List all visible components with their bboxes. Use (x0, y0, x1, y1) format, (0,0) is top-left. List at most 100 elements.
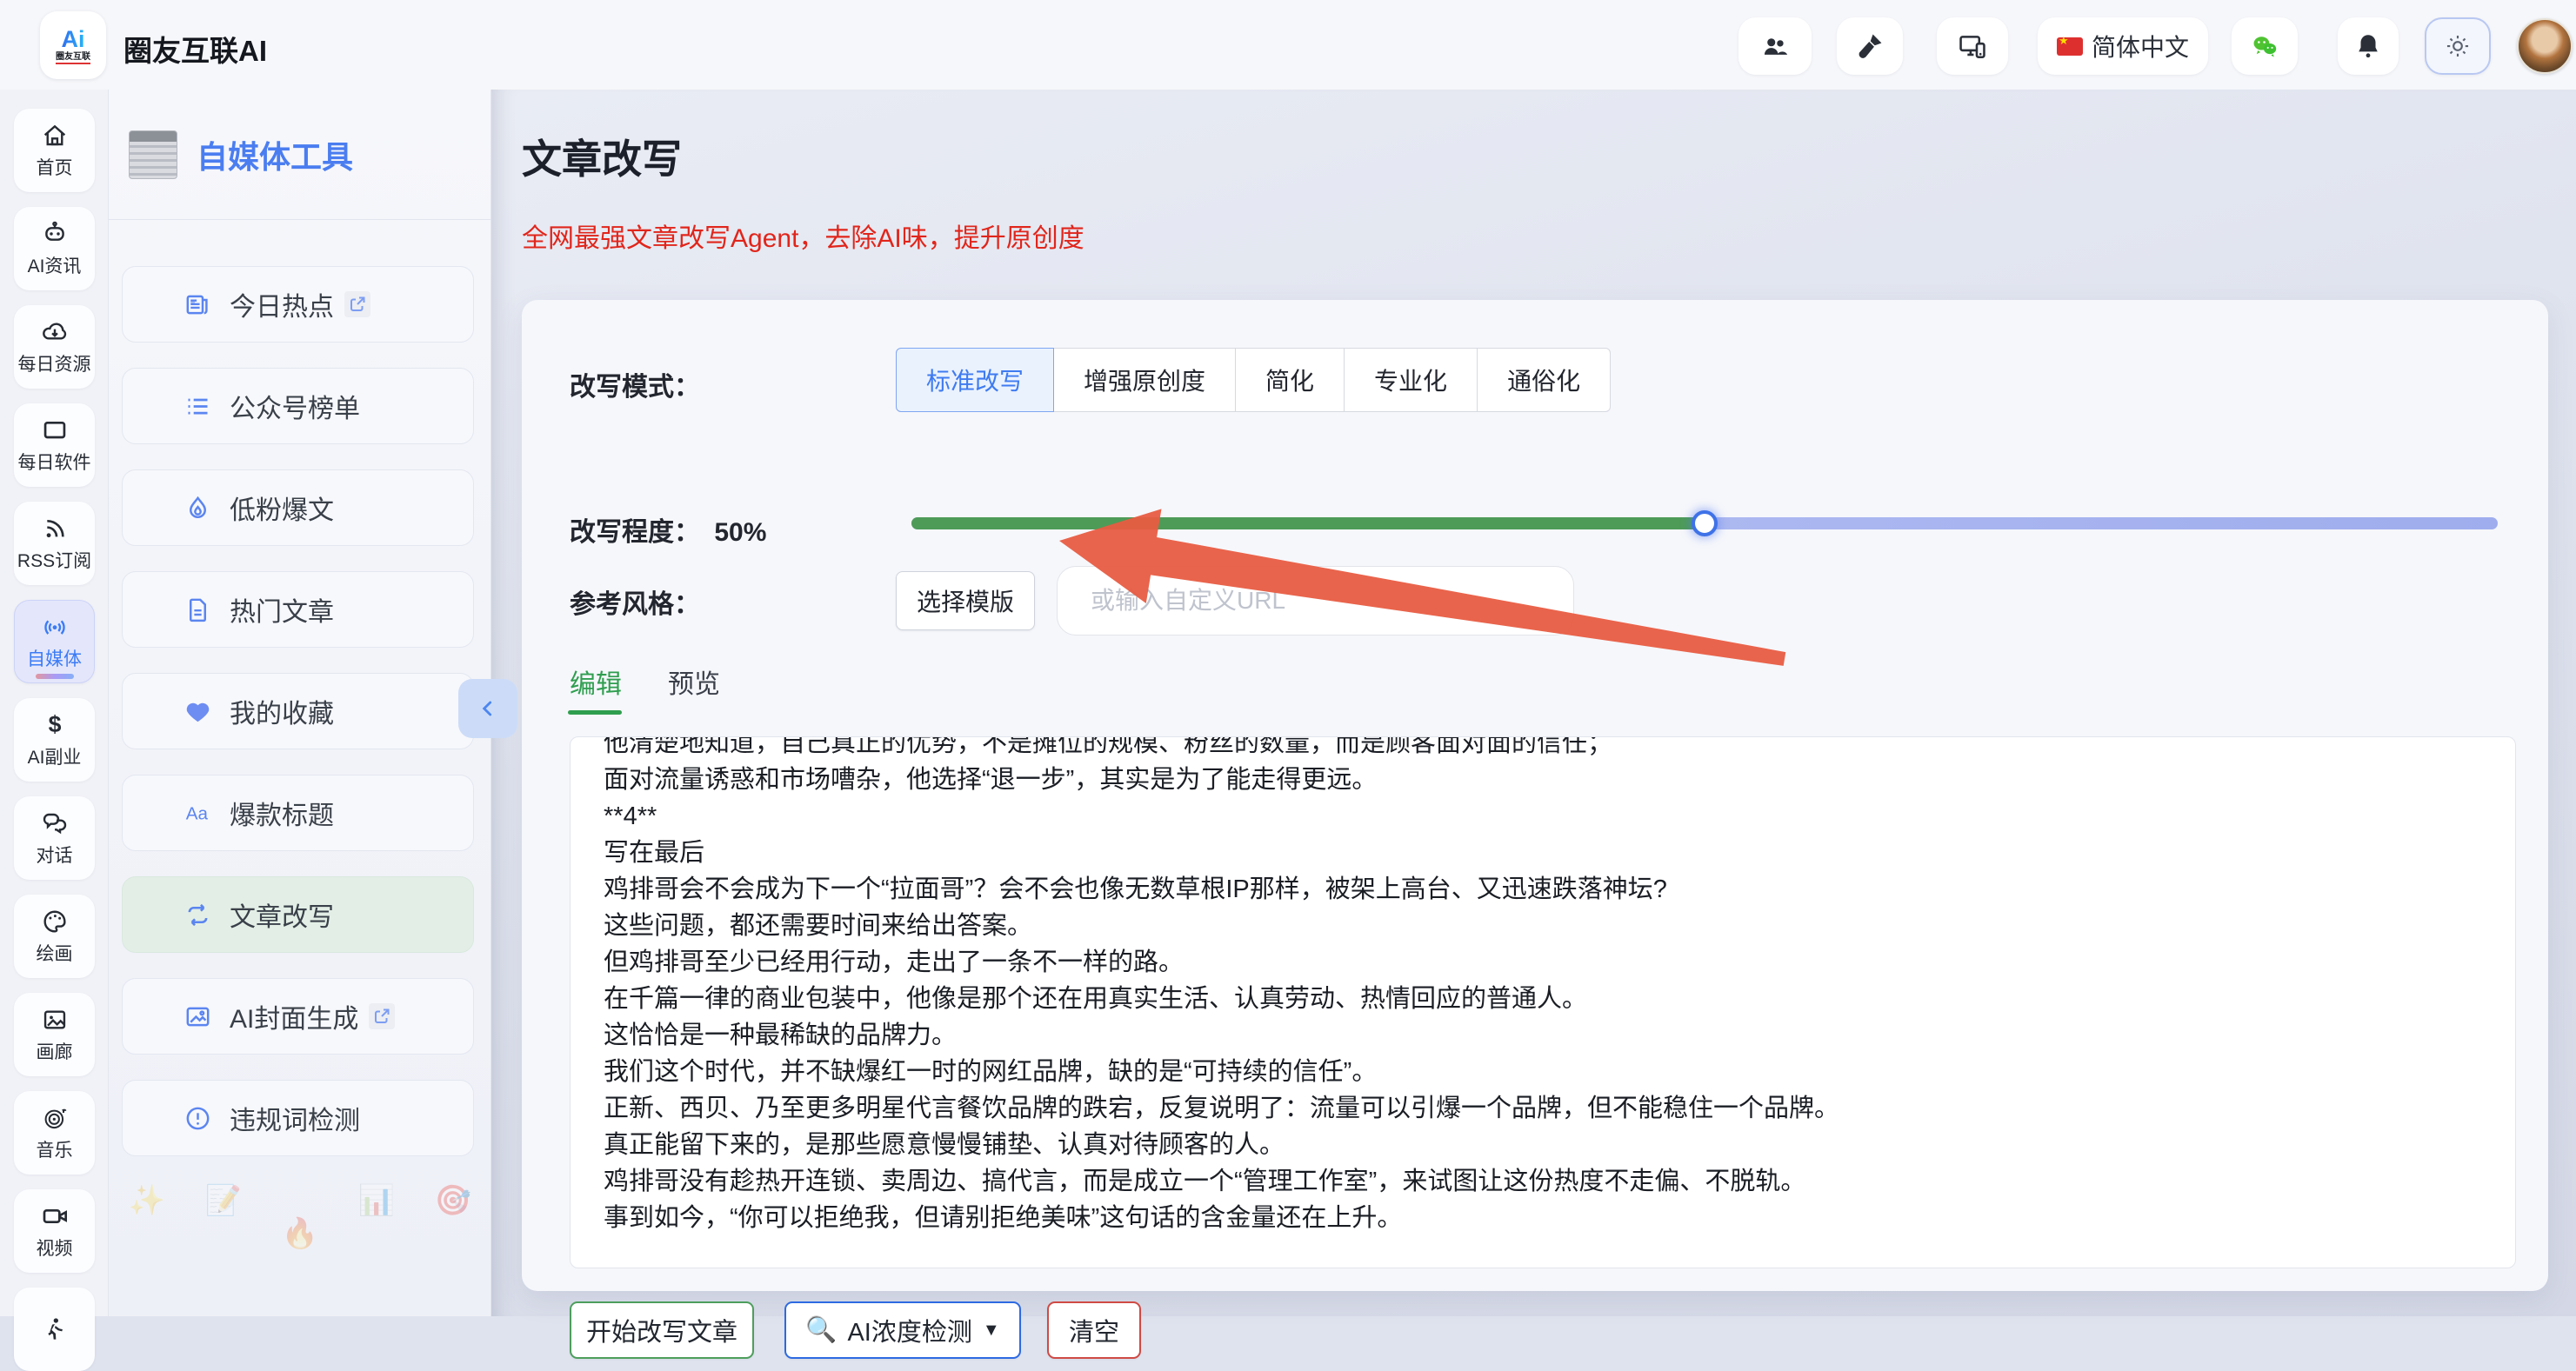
tools-sidebar: 自媒体工具 今日热点 公众号榜单 低粉爆文 热门文章 我的收藏 Aa 爆款标题 … (109, 90, 491, 1316)
devices-icon (1958, 31, 1987, 61)
wechat-button[interactable] (2232, 17, 2298, 75)
fire-emoji: 🔥 (282, 1216, 318, 1251)
brush-icon (1855, 31, 1885, 61)
select-template-button[interactable]: 选择模版 (896, 571, 1035, 630)
mode-tab-simplify[interactable]: 简化 (1235, 348, 1345, 412)
sun-icon (2443, 31, 2473, 61)
ai-detect-button[interactable]: 🔍 AI浓度检测 ▼ (784, 1301, 1021, 1359)
chat-bubbles-icon (41, 809, 69, 837)
sidebar-item-self-media[interactable]: 自媒体 (14, 600, 95, 683)
tab-edit[interactable]: 编辑 (570, 662, 622, 701)
user-avatar[interactable] (2517, 18, 2573, 74)
dollar-icon: $ (41, 711, 69, 739)
video-camera-icon (41, 1202, 69, 1230)
tools-header: 自媒体工具 (129, 130, 353, 179)
article-editor[interactable]: 他清楚地知道，自己真正的优势，不是摊位的规模、粉丝的数量，而是顾客面对面的信任；… (570, 736, 2516, 1268)
slider-thumb[interactable] (1692, 510, 1718, 536)
external-link-icon (369, 1003, 395, 1029)
tool-item-viral-titles[interactable]: Aa 爆款标题 (122, 775, 474, 851)
tool-item-my-favorites[interactable]: 我的收藏 (122, 673, 474, 749)
clear-button[interactable]: 清空 (1047, 1301, 1141, 1359)
tab-preview[interactable]: 预览 (668, 662, 720, 701)
alert-circle-icon (184, 1104, 212, 1133)
music-disc-icon (41, 1104, 69, 1132)
sidebar-item-label: AI资讯 (28, 252, 82, 278)
editor-line: 面对流量诱惑和市场嘈杂，他选择“退一步”，其实是为了能走得更远。 (604, 762, 2482, 798)
caret-down-icon: ▼ (983, 1321, 1000, 1341)
degree-slider[interactable] (911, 517, 2498, 529)
divider (109, 219, 491, 220)
tool-item-ai-cover[interactable]: AI封面生成 (122, 978, 474, 1055)
robot-icon (41, 220, 69, 248)
editor-line: 写在最后 (604, 835, 2482, 871)
start-rewrite-button[interactable]: 开始改写文章 (570, 1301, 754, 1359)
editor-line: **4** (604, 798, 2482, 835)
tool-item-article-rewrite[interactable]: 文章改写 (122, 876, 474, 953)
cloud-download-icon (41, 318, 69, 346)
tool-item-gzh-ranking[interactable]: 公众号榜单 (122, 368, 474, 444)
sidebar-item-painting[interactable]: 绘画 (14, 895, 95, 978)
sidebar-item-label: AI副业 (28, 743, 82, 769)
sidebar-item-label: 视频 (37, 1235, 73, 1261)
editor-line: 正新、西贝、乃至更多明星代言餐饮品牌的跌宕，反复说明了：流量可以引爆一个品牌，但… (604, 1090, 2482, 1127)
logo-sub-text: 圈友互联 (56, 51, 90, 64)
app-logo[interactable]: Ai 圈友互联 (40, 11, 106, 79)
theme-toggle-button[interactable] (2425, 17, 2491, 75)
sidebar-collapse-button[interactable] (458, 679, 517, 738)
sidebar-item-label: 对话 (37, 842, 73, 868)
custom-url-input[interactable] (1057, 566, 1574, 636)
svg-text:Aa: Aa (186, 803, 209, 823)
newspaper-thumbnail (129, 130, 177, 179)
monitor-icon (41, 416, 69, 444)
community-button[interactable] (1738, 17, 1812, 75)
main-content: 文章改写 全网最强文章改写Agent，去除AI味，提升原创度 改写模式： 标准改… (491, 90, 2576, 1316)
notifications-button[interactable] (2338, 17, 2399, 75)
mode-tab-group: 标准改写 增强原创度 简化 专业化 通俗化 (896, 348, 1611, 412)
top-header: Ai 圈友互联 圈友互联AI 简体中文 (0, 0, 2576, 90)
sidebar-item-label: 首页 (37, 154, 73, 180)
tool-item-today-hot[interactable]: 今日热点 (122, 266, 474, 343)
sidebar-item-home[interactable]: 首页 (14, 109, 95, 192)
cn-flag-icon (2057, 37, 2083, 56)
heart-icon (184, 697, 212, 726)
tool-item-banned-words[interactable]: 违规词检测 (122, 1080, 474, 1156)
sidebar-item-video[interactable]: 视频 (14, 1189, 95, 1273)
mode-tab-enhanced[interactable]: 增强原创度 (1053, 348, 1236, 412)
tool-item-label: 公众号榜单 (230, 387, 360, 425)
sidebar-item-more[interactable] (14, 1288, 95, 1371)
sidebar-item-daily-software[interactable]: 每日软件 (14, 403, 95, 487)
decorative-emojis: ✨ 📝 🔥 📊 🎯 (109, 1183, 491, 1251)
mode-tab-colloquial[interactable]: 通俗化 (1477, 348, 1611, 412)
sidebar-item-label: 每日资源 (18, 350, 91, 376)
sidebar-item-ai-sideline[interactable]: $ AI副业 (14, 698, 95, 782)
tool-item-label: 低粉爆文 (230, 489, 334, 527)
sidebar-item-daily-resources[interactable]: 每日资源 (14, 305, 95, 389)
editor-line: 但鸡排哥至少已经用行动，走出了一条不一样的路。 (604, 944, 2482, 981)
tool-item-low-fan-viral[interactable]: 低粉爆文 (122, 469, 474, 546)
sidebar-item-rss[interactable]: RSS订阅 (14, 502, 95, 585)
sidebar-item-music[interactable]: 音乐 (14, 1091, 95, 1175)
sidebar-item-gallery[interactable]: 画廊 (14, 993, 95, 1076)
sidebar-item-label: 绘画 (37, 940, 73, 966)
broadcast-icon (41, 613, 69, 641)
tool-item-label: 爆款标题 (230, 794, 334, 832)
sidebar-item-ai-news[interactable]: AI资讯 (14, 207, 95, 290)
target-emoji: 🎯 (435, 1183, 471, 1251)
language-label: 简体中文 (2092, 29, 2189, 63)
external-link-icon (344, 291, 370, 317)
sparkles-emoji: ✨ (129, 1183, 165, 1251)
tool-item-hot-articles[interactable]: 热门文章 (122, 571, 474, 648)
editor-line: 这恰恰是一种最稀缺的品牌力。 (604, 1017, 2482, 1054)
devices-button[interactable] (1937, 17, 2008, 75)
editor-content: 他清楚地知道，自己真正的优势，不是摊位的规模、粉丝的数量，而是顾客面对面的信任；… (604, 736, 2482, 1236)
mode-tab-professional[interactable]: 专业化 (1344, 348, 1478, 412)
sidebar-item-chat[interactable]: 对话 (14, 796, 95, 880)
clean-button[interactable] (1837, 17, 1903, 75)
editor-line: 我们这个时代，并不缺爆红一时的网红品牌，缺的是“可持续的信任”。 (604, 1054, 2482, 1090)
language-button[interactable]: 简体中文 (2038, 17, 2208, 75)
swap-arrows-icon (184, 901, 212, 929)
slider-fill (911, 517, 1705, 529)
logo-ai-text: Ai (62, 27, 85, 51)
mode-tab-standard[interactable]: 标准改写 (896, 348, 1054, 412)
editor-line: 鸡排哥没有趁热开连锁、卖周边、搞代言，而是成立一个“管理工作室”，来试图让这份热… (604, 1163, 2482, 1200)
